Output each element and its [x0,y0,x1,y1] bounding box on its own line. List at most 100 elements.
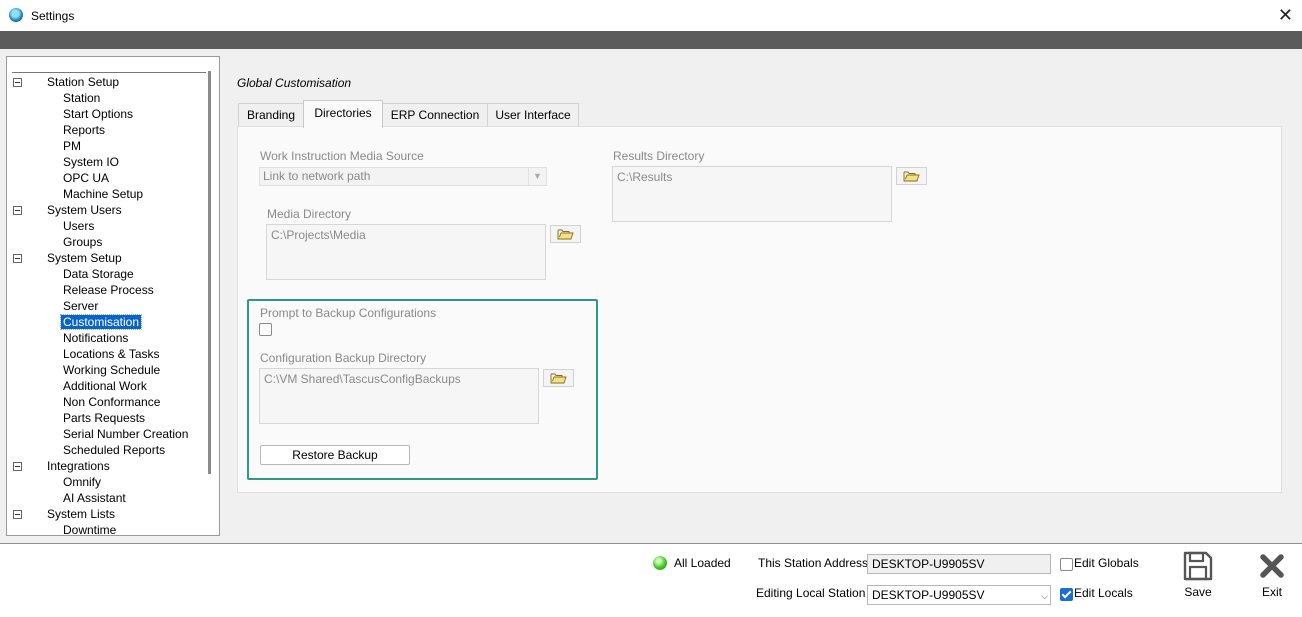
editing-station-label: Editing Local Station [756,586,866,600]
tree-item-label: Reports [63,123,106,137]
tree-item-label: Additional Work [63,379,147,393]
tree-item-label: Server [63,299,99,313]
tree-item[interactable]: Start Options [61,106,135,122]
tree-item[interactable]: Reports [61,122,107,138]
edit-globals-label: Edit Globals [1074,556,1139,570]
tree-item[interactable]: Parts Requests [61,410,147,426]
media-source-select[interactable]: Link to network path ▼ [259,167,547,186]
tree-item[interactable]: Downtime [61,522,118,536]
browse-config-backup-button[interactable] [543,369,574,387]
tree-item-label: PM [63,139,81,153]
tree-item[interactable]: Data Storage [61,266,136,282]
tree-item[interactable]: Station Setup [13,74,121,90]
browse-media-directory-button[interactable] [550,225,581,243]
folder-icon [557,229,574,240]
close-icon[interactable]: ✕ [1278,5,1293,25]
tree-item-label: System Users [47,203,122,217]
tree-item[interactable]: System IO [61,154,121,170]
tree-item[interactable]: Groups [61,234,104,250]
tree-item[interactable]: Non Conformance [61,394,162,410]
browse-results-directory-button[interactable] [896,167,927,185]
collapse-icon[interactable] [13,78,22,87]
tree-item-label: Customisation [59,314,143,330]
tree-header-divider [12,72,206,73]
collapse-icon[interactable] [13,510,22,519]
editing-station-select[interactable]: DESKTOP-U9905SV ⌵ [867,585,1051,605]
config-backup-directory-label: Configuration Backup Directory [260,351,427,365]
settings-tree[interactable]: Station Setup Station Start Options Reports… [6,56,220,536]
save-button[interactable]: Save [1178,550,1218,599]
tree-item-label: Parts Requests [63,411,146,425]
tree-item[interactable]: Machine Setup [61,186,145,202]
config-backup-directory-field[interactable]: C:\VM Shared\TascusConfigBackups [259,368,539,424]
chevron-down-icon[interactable]: ⌵ [1041,587,1048,605]
tab-branding[interactable]: Branding [238,103,304,127]
prompt-backup-label: Prompt to Backup Configurations [260,306,437,320]
tree-item-label: AI Assistant [63,491,126,505]
title-bar: Settings ✕ [0,0,1302,32]
save-icon [1183,551,1213,581]
tree-item-label: Locations & Tasks [63,347,160,361]
tree-item[interactable]: System Lists [13,506,117,522]
collapse-icon[interactable] [13,254,22,263]
tree-item[interactable]: Server [61,298,100,314]
collapse-icon[interactable] [13,462,22,471]
tree-item[interactable]: Serial Number Creation [61,426,190,442]
results-directory-field[interactable]: C:\Results [612,166,892,222]
tree-item-label: System IO [63,155,120,169]
chevron-down-icon[interactable]: ▼ [528,168,546,185]
save-label: Save [1184,585,1212,599]
tree-item[interactable]: PM [61,138,83,154]
station-address-label: This Station Address [758,556,869,570]
media-directory-label: Media Directory [267,207,352,221]
tree-item-label: Non Conformance [63,395,161,409]
station-address-field[interactable]: DESKTOP-U9905SV [867,554,1051,574]
window-title: Settings [31,9,75,23]
status-led-icon [653,556,667,570]
tree-item-label: Machine Setup [63,187,144,201]
tree-item[interactable]: Users [61,218,96,234]
tree-item[interactable]: OPC UA [61,170,111,186]
collapse-icon[interactable] [13,206,22,215]
tree-item-label: Integrations [47,459,110,473]
edit-globals-checkbox[interactable] [1060,558,1073,571]
tree-item-label: Downtime [63,523,117,536]
media-source-label: Work Instruction Media Source [260,149,424,163]
header-band [0,31,1302,49]
tree-item[interactable]: System Setup [13,250,124,266]
tree-item[interactable]: Omnify [61,474,103,490]
tree-item-label: Notifications [63,331,129,345]
media-directory-field[interactable]: C:\Projects\Media [266,224,546,280]
tree-item[interactable]: Scheduled Reports [61,442,167,458]
tree-item[interactable]: Release Process [61,282,156,298]
tree-item[interactable]: Locations & Tasks [61,346,162,362]
tree-item-label: Groups [63,235,103,249]
footer-bar [0,544,1302,617]
editing-station-value: DESKTOP-U9905SV [872,588,985,602]
folder-icon [550,373,567,384]
tree-item[interactable]: Customisation [59,314,143,330]
tree-item[interactable]: Integrations [13,458,112,474]
exit-button[interactable]: Exit [1252,550,1292,599]
tree-item-label: Omnify [63,475,102,489]
tree-item-label: Release Process [63,283,154,297]
tree-item[interactable]: Working Schedule [61,362,162,378]
tab-user-interface[interactable]: User Interface [487,103,579,127]
tree-item[interactable]: System Users [13,202,124,218]
tree-item[interactable]: Additional Work [61,378,149,394]
tab-erp-connection[interactable]: ERP Connection [382,103,488,127]
prompt-backup-checkbox[interactable] [259,323,272,336]
tab-directories[interactable]: Directories [303,100,383,128]
tree-item[interactable]: Station [61,90,102,106]
tree-item[interactable]: AI Assistant [61,490,128,506]
tree-item-label: Serial Number Creation [63,427,189,441]
edit-locals-checkbox[interactable] [1060,588,1073,601]
tree-scrollbar[interactable] [208,71,211,474]
folder-icon [903,171,920,182]
exit-label: Exit [1261,585,1282,599]
section-title: Global Customisation [237,76,352,90]
restore-backup-button[interactable]: Restore Backup [260,445,410,465]
results-directory-label: Results Directory [613,149,705,163]
edit-locals-label: Edit Locals [1074,586,1133,600]
tree-item[interactable]: Notifications [61,330,130,346]
